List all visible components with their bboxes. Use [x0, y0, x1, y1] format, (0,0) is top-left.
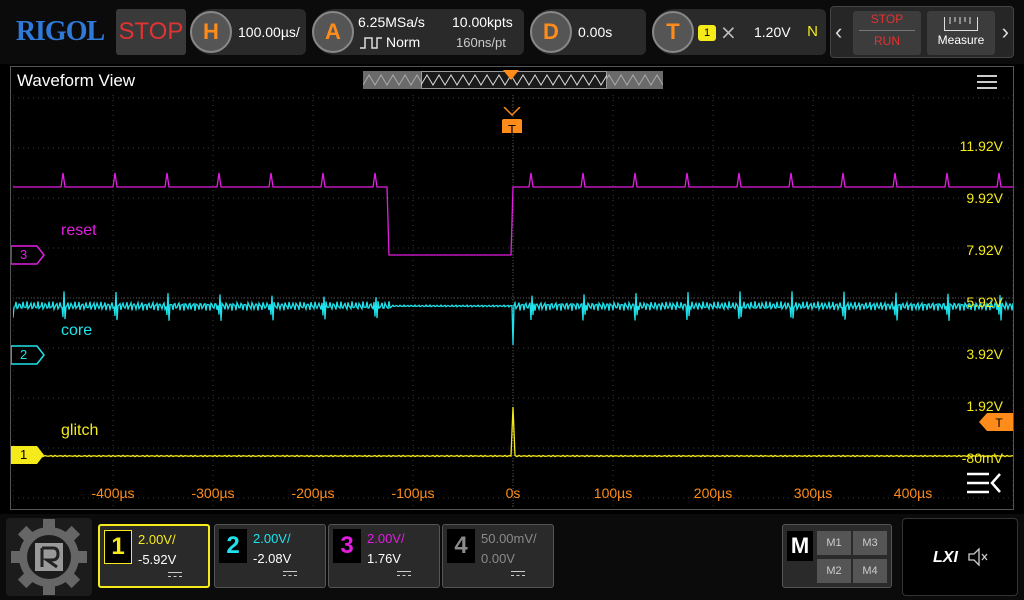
channel-3-scale: 2.00V/	[367, 531, 405, 546]
time-label: 200µs	[693, 485, 733, 501]
acquire-icon: A	[312, 11, 354, 53]
time-label: 300µs	[793, 485, 833, 501]
measure-button[interactable]: Measure	[927, 11, 995, 55]
dc-coupling-icon	[168, 572, 182, 580]
trigger-slope-icon: ⨯	[720, 22, 737, 44]
divider	[859, 30, 915, 31]
run-state-indicator[interactable]: STOP	[116, 9, 186, 55]
acquire-mode-icon	[360, 37, 382, 49]
voltage-label: 7.92V	[966, 242, 1003, 258]
math-m2-button[interactable]: M2	[817, 559, 851, 583]
waveform-grid	[13, 95, 1013, 507]
channel-4-number: 4	[447, 529, 475, 563]
horizontal-control[interactable]: H 100.00µs/	[190, 9, 306, 55]
trigger-icon: T	[652, 11, 694, 53]
channel-2-box[interactable]: 2 2.00V/ -2.08V	[214, 524, 326, 588]
bottom-bar: 1 2.00V/ -5.92V 2 2.00V/ -2.08V 3 2.00V/…	[0, 514, 1024, 600]
channel-4-offset: 0.00V	[481, 551, 515, 566]
channel-2-number: 2	[219, 529, 247, 563]
voltage-label: 1.92V	[966, 398, 1003, 414]
delay-value: 0.00s	[578, 24, 613, 40]
trigger-time-marker[interactable]: T	[500, 107, 524, 133]
voltage-label: 11.92V	[959, 138, 1003, 154]
top-bar: RIGOL STOP H 100.00µs/ A 6.25MSa/s Norm …	[0, 0, 1024, 64]
memory-depth: 10.00kpts	[452, 14, 513, 30]
trigger-level: 1.20V	[754, 24, 791, 40]
channel-4-box[interactable]: 4 50.00mV/ 0.00V	[442, 524, 554, 588]
mute-icon[interactable]	[967, 547, 989, 567]
chevron-left-icon[interactable]: ‹	[835, 19, 842, 45]
svg-text:T: T	[995, 416, 1003, 430]
trace-label-core: core	[61, 322, 93, 339]
horizontal-icon: H	[190, 11, 232, 53]
sample-rate: 6.25MSa/s	[358, 14, 425, 30]
trigger-sweep-mode: N	[807, 23, 818, 40]
hamburger-menu-icon[interactable]	[977, 75, 997, 89]
dc-coupling-icon	[397, 571, 411, 579]
channel-4-scale: 50.00mV/	[481, 531, 537, 546]
channel-3-offset: 1.76V	[367, 551, 401, 566]
channel-1-number: 1	[104, 530, 132, 564]
math-m3-button[interactable]: M3	[853, 531, 887, 555]
home-gear-button[interactable]	[6, 518, 92, 596]
math-label: M	[787, 531, 813, 561]
delay-control[interactable]: D 0.00s	[530, 9, 646, 55]
lxi-status: LXI	[933, 549, 958, 566]
dc-coupling-icon	[511, 571, 525, 579]
channel-1-offset-marker[interactable]: 1	[11, 445, 45, 465]
voltage-label: 3.92V	[966, 346, 1003, 362]
quick-buttons: ‹ STOP RUN Measure ›	[830, 6, 1014, 58]
math-box[interactable]: M M1 M3 M2 M4	[782, 524, 892, 588]
time-label: 0s	[505, 485, 521, 501]
status-panel: LXI	[902, 518, 1018, 596]
channel-3-offset-marker[interactable]: 3	[11, 245, 45, 265]
chevron-right-icon[interactable]: ›	[1002, 19, 1009, 45]
acquire-control[interactable]: A 6.25MSa/s Norm 10.00kpts 160ns/pt	[312, 9, 524, 55]
svg-text:T: T	[508, 122, 516, 133]
dc-coupling-icon	[283, 571, 297, 579]
math-m4-button[interactable]: M4	[853, 559, 887, 583]
channel-2-offset: -2.08V	[253, 551, 292, 566]
channel-2-scale: 2.00V/	[253, 531, 291, 546]
time-label: -400µs	[91, 485, 135, 501]
voltage-label: 9.92V	[966, 190, 1003, 206]
acquire-mode: Norm	[386, 34, 421, 50]
time-label: 100µs	[593, 485, 633, 501]
waveform-view[interactable]: Waveform View T T reset core glitch 3 2	[10, 66, 1014, 510]
ruler-icon	[944, 17, 978, 31]
trace-label-reset: reset	[61, 222, 97, 239]
voltage-label: -80mV	[961, 450, 1003, 466]
timebase-value: 100.00µs/	[238, 24, 300, 40]
channel-3-box[interactable]: 3 2.00V/ 1.76V	[328, 524, 440, 588]
delay-icon: D	[530, 11, 572, 53]
stop-label: STOP	[870, 12, 904, 26]
gear-icon	[11, 519, 87, 595]
time-label: 400µs	[893, 485, 933, 501]
rigol-logo: RIGOL	[15, 16, 105, 47]
trigger-source-badge: 1	[698, 25, 716, 41]
memory-overview-strip[interactable]	[363, 70, 663, 89]
time-label: -100µs	[391, 485, 435, 501]
channel-2-offset-marker[interactable]: 2	[11, 345, 45, 365]
run-label: RUN	[874, 34, 900, 48]
collapse-menu-icon[interactable]	[965, 469, 1003, 499]
measure-label: Measure	[937, 33, 985, 47]
time-label: -300µs	[191, 485, 235, 501]
channel-1-offset: -5.92V	[138, 552, 177, 567]
trigger-level-marker[interactable]: T	[979, 413, 1013, 431]
math-m1-button[interactable]: M1	[817, 531, 851, 555]
trigger-control[interactable]: T 1 ⨯ 1.20V N	[652, 9, 826, 55]
sample-interval: 160ns/pt	[456, 35, 506, 50]
channel-1-box[interactable]: 1 2.00V/ -5.92V	[98, 524, 210, 588]
voltage-label: 5.92V	[966, 294, 1003, 310]
trigger-position-marker	[503, 70, 519, 80]
channel-1-scale: 2.00V/	[138, 532, 176, 547]
waveform-view-title: Waveform View	[17, 71, 136, 90]
trace-label-glitch: glitch	[61, 422, 99, 439]
stop-run-button[interactable]: STOP RUN	[853, 11, 921, 55]
time-label: -200µs	[291, 485, 335, 501]
channel-3-number: 3	[333, 529, 361, 563]
